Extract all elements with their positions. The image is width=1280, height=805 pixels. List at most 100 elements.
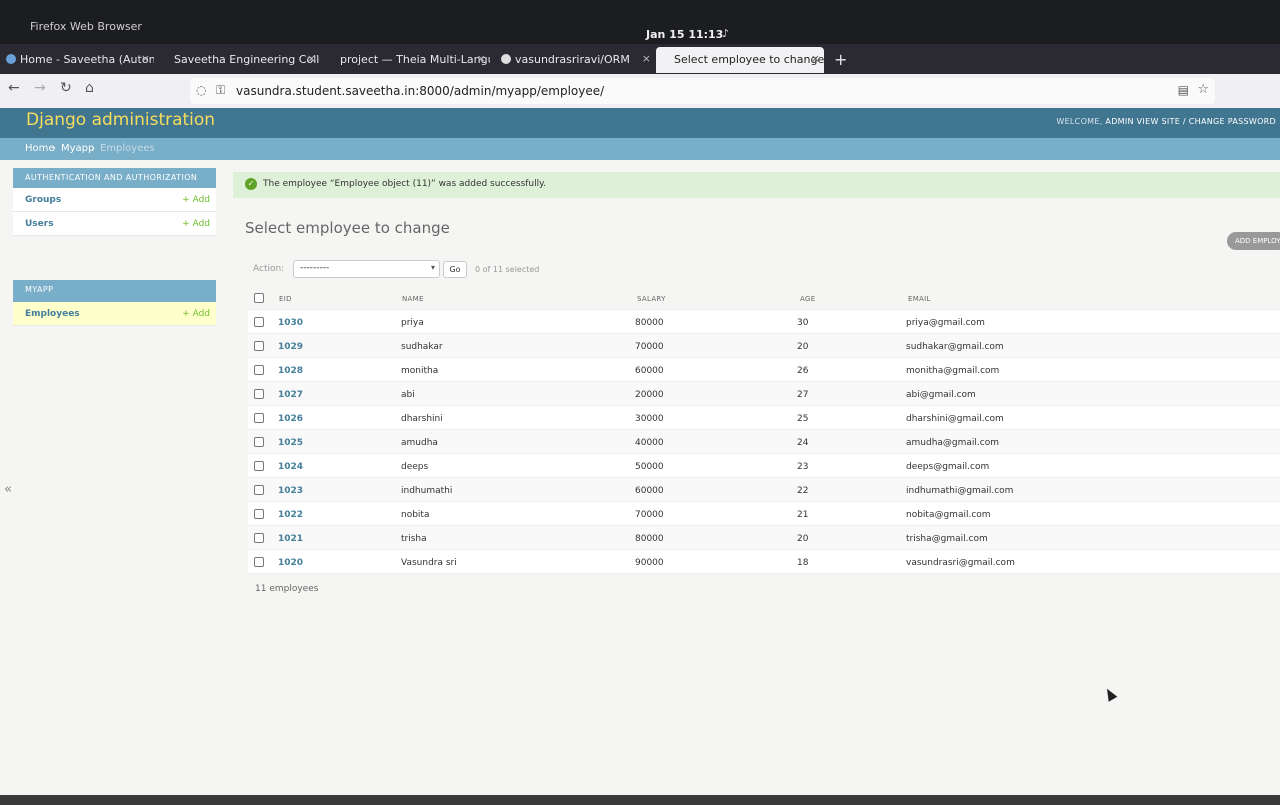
breadcrumb-myapp[interactable]: Myapp [61,143,94,154]
row-checkbox[interactable] [254,461,264,471]
tab-home-saveetha[interactable]: Home - Saveetha (Autono × [2,47,154,73]
cell-age: 22 [797,486,809,496]
cell-name: indhumathi [401,486,453,496]
employees-link[interactable]: Employees [25,309,80,319]
column-header-email[interactable]: EMAIL [908,295,931,303]
tab-github-orm[interactable]: vasundrasriravi/ORM × [497,47,655,73]
user-tools: WELCOME, ADMIN VIEW SITE / CHANGE PASSWO… [1056,117,1276,126]
site-brand[interactable]: Django administration [26,110,215,130]
tab-theia-project[interactable]: project — Theia Multi-Langu × [322,47,490,73]
cell-age: 26 [797,366,809,376]
table-row: 1030 priya 80000 30 priya@gmail.com [248,310,1280,334]
row-checkbox[interactable] [254,413,264,423]
column-header-salary[interactable]: SALARY [637,295,666,303]
reader-view-icon[interactable]: ▤ [1178,83,1189,97]
lock-icon[interactable]: ⚿ [216,83,225,98]
url-bar[interactable]: ◌ ⚿ vasundra.student.saveetha.in:8000/ad… [190,78,1215,104]
screen-bezel [0,795,1280,805]
cell-eid[interactable]: 1030 [278,318,303,328]
table-row: 1025 amudha 40000 24 amudha@gmail.com [248,430,1280,454]
cell-eid[interactable]: 1021 [278,534,303,544]
bookmark-star-icon[interactable]: ☆ [1197,82,1209,97]
notification-bell-icon[interactable]: ♪ [722,27,729,40]
cell-eid[interactable]: 1026 [278,414,303,424]
row-checkbox[interactable] [254,341,264,351]
tab-close-icon[interactable]: × [307,52,316,65]
users-add-link[interactable]: + Add [182,219,210,229]
go-button[interactable]: Go [443,261,467,278]
cell-eid[interactable]: 1025 [278,438,303,448]
module-caption-auth[interactable]: AUTHENTICATION AND AUTHORIZATION [13,168,216,188]
column-header-eid[interactable]: EID [279,295,292,303]
forward-icon[interactable]: → [34,80,46,96]
shield-icon[interactable]: ◌ [196,83,206,97]
table-row: 1022 nobita 70000 21 nobita@gmail.com [248,502,1280,526]
tab-saveetha-engineering[interactable]: Saveetha Engineering Colle × [156,47,320,73]
cell-eid[interactable]: 1020 [278,558,303,568]
app-name[interactable]: Firefox Web Browser [30,20,142,33]
url-text[interactable]: vasundra.student.saveetha.in:8000/admin/… [236,84,604,98]
cell-salary: 70000 [635,510,664,520]
cell-name: abi [401,390,415,400]
cell-salary: 80000 [635,534,664,544]
breadcrumb-current: Employees [100,143,155,154]
action-select[interactable]: --------- ▾ [293,260,440,278]
column-header-age[interactable]: AGE [800,295,815,303]
cell-eid[interactable]: 1024 [278,462,303,472]
groups-link[interactable]: Groups [25,195,61,205]
cell-email: indhumathi@gmail.com [906,486,1014,496]
view-site-link[interactable]: VIEW SITE [1137,117,1180,126]
column-header-name[interactable]: NAME [402,295,424,303]
tab-select-employee[interactable]: Select employee to change | × [656,47,824,73]
tab-label: project — Theia Multi-Langu [340,53,490,66]
employees-add-link[interactable]: + Add [182,309,210,319]
tab-close-icon[interactable]: × [141,52,150,65]
row-checkbox[interactable] [254,437,264,447]
tab-close-icon[interactable]: × [477,52,486,65]
tab-close-icon[interactable]: × [811,52,820,65]
cell-email: nobita@gmail.com [906,510,991,520]
nav-sidebar: AUTHENTICATION AND AUTHORIZATION Groups … [13,168,216,326]
cell-name: deeps [401,462,429,472]
toggle-sidebar-button[interactable]: « [4,482,12,497]
selection-count: 0 of 11 selected [475,265,540,274]
cell-name: Vasundra sri [401,558,457,568]
users-link[interactable]: Users [25,219,54,229]
table-header: EID NAME SALARY AGE EMAIL [248,286,1280,310]
success-message-text: The employee “Employee object (11)” was … [263,179,547,189]
clock[interactable]: Jan 15 11:13 [646,28,723,41]
row-checkbox[interactable] [254,509,264,519]
tab-close-icon[interactable]: × [642,52,651,65]
cell-name: nobita [401,510,430,520]
select-all-checkbox[interactable] [254,293,264,303]
row-checkbox[interactable] [254,485,264,495]
reload-icon[interactable]: ↻ [60,80,72,96]
tab-label: vasundrasriravi/ORM [515,53,630,66]
cell-age: 18 [797,558,809,568]
row-checkbox[interactable] [254,557,264,567]
tab-label: Select employee to change | [674,53,824,66]
cell-eid[interactable]: 1023 [278,486,303,496]
row-checkbox[interactable] [254,365,264,375]
cell-salary: 70000 [635,342,664,352]
tab-label: Home - Saveetha (Autono [20,53,154,66]
module-caption-myapp[interactable]: MYAPP [13,280,216,302]
cell-eid[interactable]: 1028 [278,366,303,376]
back-icon[interactable]: ← [8,80,20,96]
success-message: ✓ The employee “Employee object (11)” wa… [233,172,1280,198]
cell-eid[interactable]: 1022 [278,510,303,520]
cell-salary: 40000 [635,438,664,448]
row-checkbox[interactable] [254,389,264,399]
groups-add-link[interactable]: + Add [182,195,210,205]
new-tab-icon[interactable]: + [834,50,847,69]
cell-eid[interactable]: 1027 [278,390,303,400]
cell-eid[interactable]: 1029 [278,342,303,352]
row-checkbox[interactable] [254,533,264,543]
row-checkbox[interactable] [254,317,264,327]
home-icon[interactable]: ⌂ [85,80,94,96]
add-employee-button[interactable]: ADD EMPLOYEE [1227,232,1280,250]
sidebar-item-groups: Groups + Add [13,188,216,212]
cell-name: trisha [401,534,427,544]
change-password-link[interactable]: CHANGE PASSWORD [1189,117,1276,126]
breadcrumb-home[interactable]: Home [25,143,55,154]
